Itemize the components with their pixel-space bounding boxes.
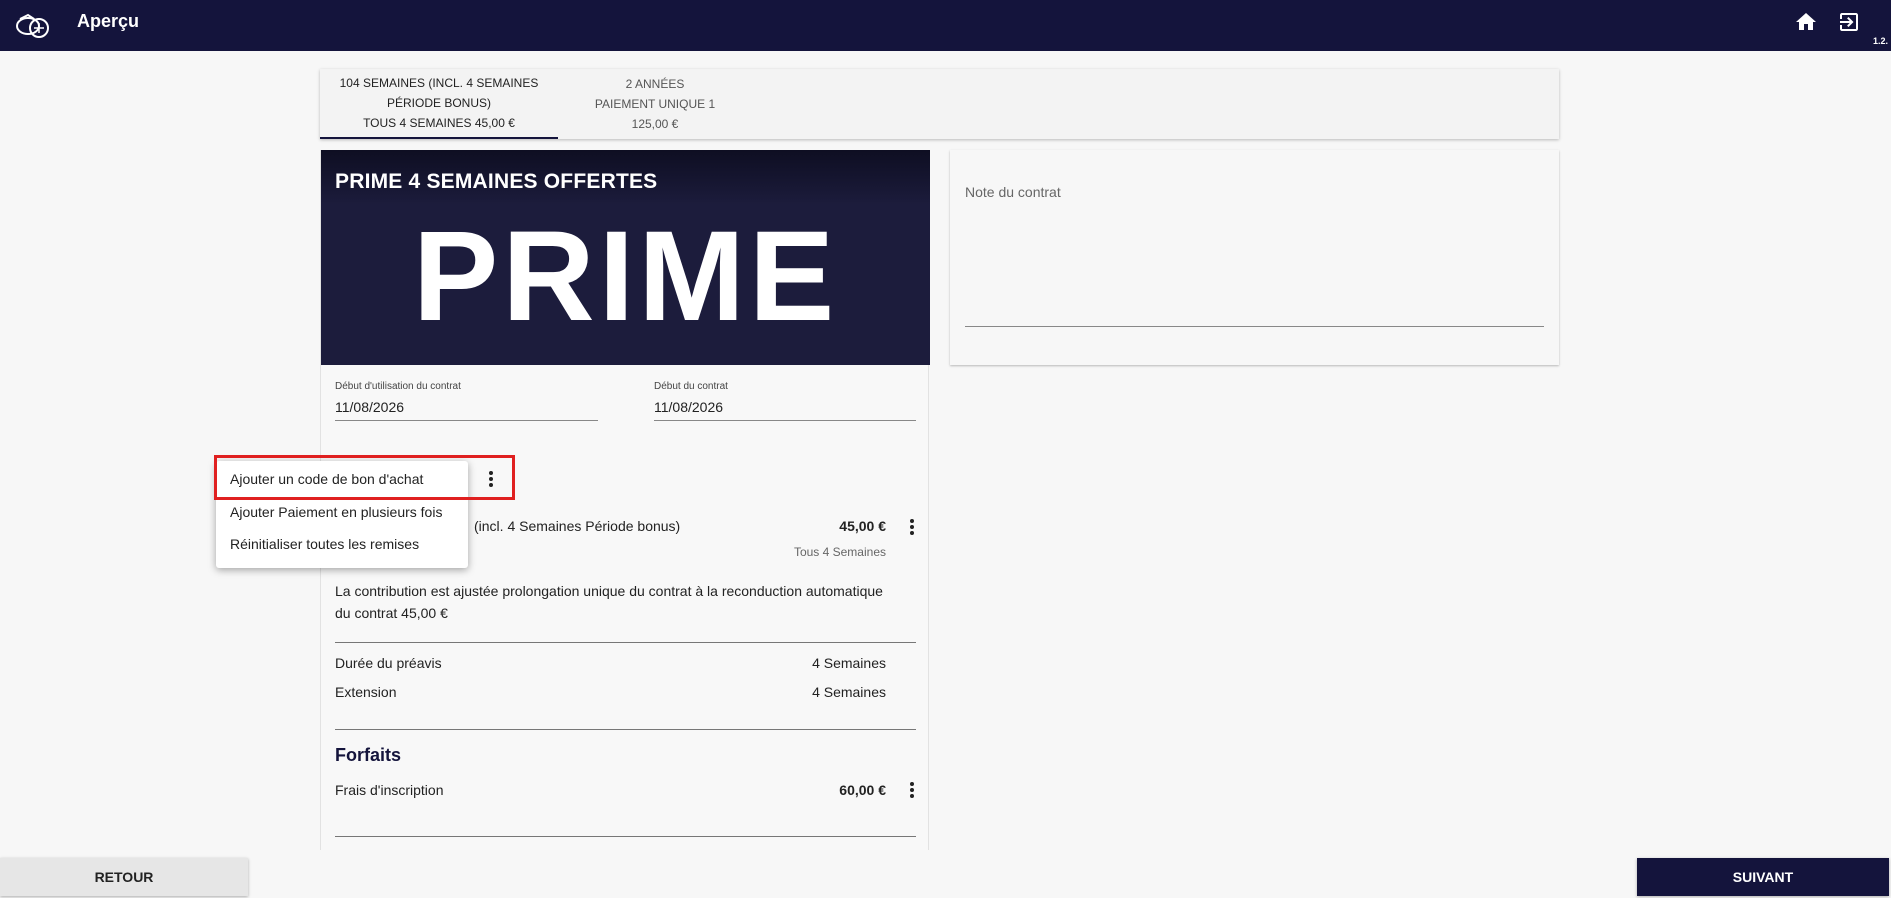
duration-tabs: 104 SEMAINES (INCL. 4 SEMAINES PÉRIODE B… (320, 69, 1559, 139)
tab-line: 104 SEMAINES (INCL. 4 SEMAINES (339, 76, 539, 90)
contract-start-label: Début du contrat (654, 381, 728, 392)
contract-start-field[interactable]: Début du contrat 11/08/2026 (654, 381, 916, 421)
back-button[interactable]: RETOUR (0, 858, 248, 896)
extension-label: Extension (335, 684, 397, 700)
divider (335, 642, 916, 643)
plan-more-options-icon[interactable] (909, 518, 915, 536)
fee-more-options-icon[interactable] (909, 781, 915, 799)
tab-line: 2 ANNÉES (625, 77, 685, 91)
contract-start-value[interactable]: 11/08/2026 (654, 399, 916, 421)
tab-line: PÉRIODE BONUS) (386, 96, 491, 110)
exit-icon[interactable] (1837, 10, 1861, 34)
tab-2-annees[interactable]: 2 ANNÉES PAIEMENT UNIQUE 1 125,00 € (558, 69, 752, 139)
tab-line: TOUS 4 SEMAINES 45,00 € (363, 116, 515, 130)
offer-banner: PRIME 4 SEMAINES OFFERTES PRIME (321, 150, 930, 365)
page-title: Aperçu (77, 11, 140, 31)
notice-label: Durée du préavis (335, 655, 442, 671)
brand-logo-icon[interactable] (14, 9, 52, 41)
notice-value: 4 Semaines (812, 655, 886, 671)
contribution-text: La contribution est ajustée prolongation… (335, 583, 883, 621)
divider (335, 729, 916, 730)
usage-start-label: Début d'utilisation du contrat (335, 381, 461, 392)
usage-start-field[interactable]: Début d'utilisation du contrat 11/08/202… (335, 381, 598, 421)
fee-price: 60,00 € (839, 782, 886, 798)
top-app-bar: Aperçu 1.2. (0, 0, 1891, 51)
contract-note-card[interactable]: Note du contrat (950, 150, 1559, 365)
highlight-box (214, 455, 515, 500)
plan-frequency: Tous 4 Semaines (793, 545, 886, 559)
version-label: 1.2. (1873, 36, 1889, 46)
next-button[interactable]: SUIVANT (1637, 858, 1889, 896)
note-label: Note du contrat (965, 184, 1061, 200)
usage-start-value[interactable]: 11/08/2026 (335, 399, 598, 421)
banner-logo-word: PRIME (412, 205, 839, 348)
divider (335, 836, 916, 837)
extension-value: 4 Semaines (812, 684, 886, 700)
tab-line: PAIEMENT UNIQUE 1 125,00 € (594, 97, 716, 131)
home-icon[interactable] (1794, 10, 1818, 34)
plan-name: (incl. 4 Semaines Période bonus) (474, 518, 681, 534)
fee-label: Frais d'inscription (335, 782, 444, 798)
plan-price: 45,00 € (839, 518, 886, 534)
menu-item-reset-discounts[interactable]: Réinitialiser toutes les remises (230, 536, 419, 552)
banner-title: PRIME 4 SEMAINES OFFERTES (335, 170, 658, 193)
menu-item-add-installments[interactable]: Ajouter Paiement en plusieurs fois (230, 504, 442, 520)
note-underline (965, 326, 1544, 327)
forfaits-title: Forfaits (335, 745, 402, 765)
tab-104-semaines[interactable]: 104 SEMAINES (INCL. 4 SEMAINES PÉRIODE B… (320, 69, 558, 139)
